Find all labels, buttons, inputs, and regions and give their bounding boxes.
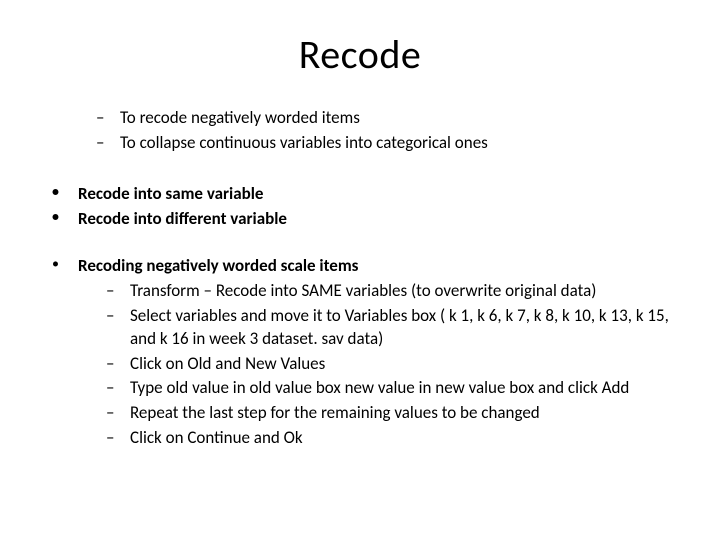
list-item: Transform – Recode into SAME variables (…	[106, 280, 690, 303]
slide-body: To recode negatively worded items To col…	[30, 107, 690, 450]
intro-dash-list: To recode negatively worded items To col…	[38, 107, 690, 155]
list-item: Click on Continue and Ok	[106, 427, 690, 450]
slide: Recode To recode negatively worded items…	[0, 0, 720, 540]
list-item: To collapse continuous variables into ca…	[96, 132, 690, 155]
sub-dash-list: Transform – Recode into SAME variables (…	[78, 280, 690, 451]
list-item: Click on Old and New Values	[106, 353, 690, 376]
list-item: To recode negatively worded items	[96, 107, 690, 130]
list-item: Recoding negatively worded scale items T…	[38, 255, 690, 451]
slide-title: Recode	[30, 30, 690, 79]
bullet-list-b: Recoding negatively worded scale items T…	[38, 255, 690, 451]
list-item: Select variables and move it to Variable…	[106, 305, 690, 351]
list-item: Recode into same variable	[38, 183, 690, 206]
list-item: Repeat the last step for the remaining v…	[106, 402, 690, 425]
bullet-list-a: Recode into same variable Recode into di…	[38, 183, 690, 231]
list-item: Recode into different variable	[38, 208, 690, 231]
list-item: Type old value in old value box new valu…	[106, 377, 690, 400]
list-item-header: Recoding negatively worded scale items	[78, 255, 358, 276]
